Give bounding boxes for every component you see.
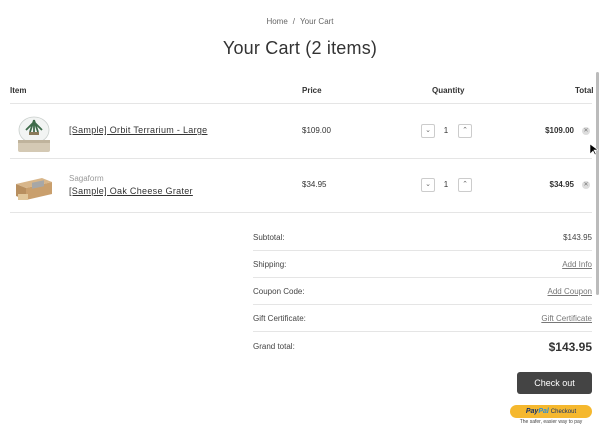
header-price: Price	[302, 86, 322, 95]
chevron-up-icon: ⌃	[462, 127, 468, 134]
subtotal-value: $143.95	[563, 233, 592, 242]
header-item: Item	[10, 86, 27, 95]
paypal-logo-pal: Pal	[538, 408, 549, 415]
divider	[10, 103, 592, 104]
quantity-decrease-button[interactable]: ⌄	[421, 178, 435, 192]
grand-total-value: $143.95	[548, 340, 592, 354]
item-price: $109.00	[302, 126, 331, 135]
paypal-checkout-button[interactable]: PayPal Checkout	[510, 405, 592, 418]
subtotal-label: Subtotal:	[253, 233, 285, 242]
gift-certificate-label: Gift Certificate:	[253, 314, 306, 323]
chevron-down-icon: ⌄	[425, 181, 431, 188]
product-name-link[interactable]: [Sample] Orbit Terrarium - Large	[69, 125, 207, 135]
terrarium-image[interactable]	[12, 110, 56, 154]
divider	[10, 212, 592, 213]
quantity-value[interactable]: 1	[440, 180, 452, 189]
quantity-increase-button[interactable]: ⌃	[458, 124, 472, 138]
grand-total-label: Grand total:	[253, 342, 295, 351]
breadcrumb-home[interactable]: Home	[266, 17, 287, 26]
chevron-down-icon: ⌄	[425, 127, 431, 134]
gift-certificate-link[interactable]: Gift Certificate	[541, 314, 592, 323]
coupon-label: Coupon Code:	[253, 287, 305, 296]
checkout-button[interactable]: Check out	[517, 372, 592, 394]
page-title: Your Cart (2 items)	[222, 38, 378, 58]
summary-divider	[253, 250, 592, 251]
header-total: Total	[575, 86, 594, 95]
product-brand: Sagaform	[69, 174, 104, 183]
add-coupon-link[interactable]: Add Coupon	[548, 287, 592, 296]
breadcrumb-current: Your Cart	[300, 17, 334, 26]
paypal-logo-pay: Pay	[525, 408, 539, 415]
paypal-button-text: Checkout	[550, 409, 577, 415]
breadcrumb-separator: /	[292, 17, 296, 26]
breadcrumb: Home / Your Cart	[0, 17, 600, 26]
quantity-value[interactable]: 1	[440, 126, 452, 135]
header-quantity: Quantity	[432, 86, 465, 95]
remove-item-button[interactable]: ✕	[582, 181, 590, 189]
quantity-decrease-button[interactable]: ⌄	[421, 124, 435, 138]
item-total: $109.00	[545, 126, 574, 135]
cheese-grater-image[interactable]	[12, 170, 56, 206]
add-shipping-info-link[interactable]: Add Info	[562, 260, 592, 269]
mouse-cursor-icon	[590, 144, 598, 156]
item-total: $34.95	[549, 180, 574, 189]
paypal-tagline: The safer, easier way to pay	[519, 419, 583, 425]
summary-divider	[253, 331, 592, 332]
summary-divider	[253, 304, 592, 305]
remove-item-button[interactable]: ✕	[582, 127, 590, 135]
close-icon: ✕	[583, 182, 589, 188]
quantity-increase-button[interactable]: ⌃	[458, 178, 472, 192]
scrollbar[interactable]	[596, 72, 599, 295]
divider	[10, 158, 592, 159]
close-icon: ✕	[583, 128, 589, 134]
chevron-up-icon: ⌃	[462, 181, 468, 188]
summary-divider	[253, 277, 592, 278]
item-price: $34.95	[302, 180, 327, 189]
shipping-label: Shipping:	[253, 260, 287, 269]
product-name-link[interactable]: [Sample] Oak Cheese Grater	[69, 186, 193, 196]
